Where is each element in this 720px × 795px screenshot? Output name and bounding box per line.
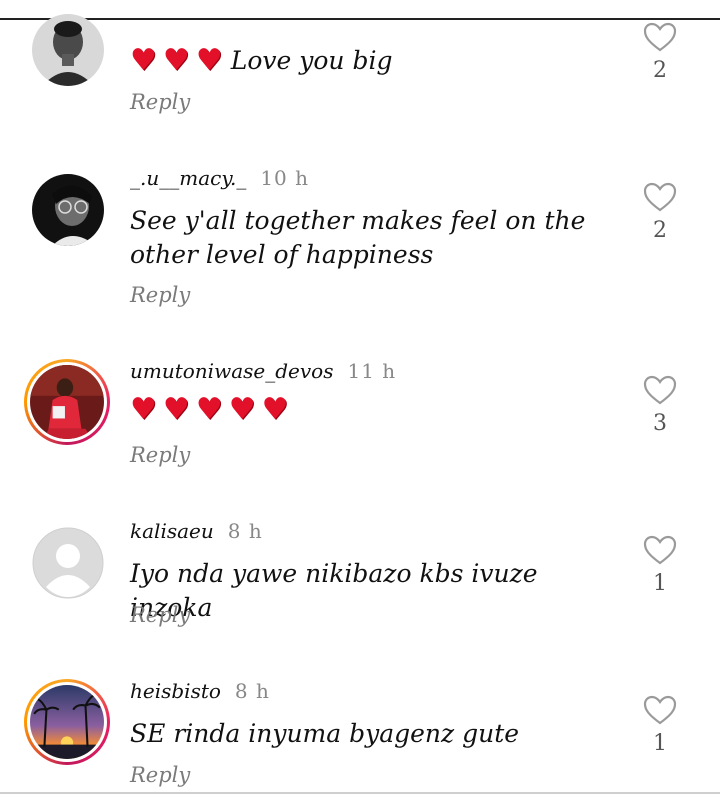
top-divider <box>0 18 720 20</box>
avatar-story-ring[interactable] <box>24 679 110 765</box>
reply-button[interactable]: Reply <box>130 763 190 787</box>
avatar-image <box>30 685 104 759</box>
avatar[interactable] <box>32 527 104 599</box>
reply-button[interactable]: Reply <box>130 443 190 467</box>
avatar-image <box>32 174 104 246</box>
avatar-story-ring[interactable] <box>24 359 110 445</box>
avatar[interactable] <box>32 174 104 246</box>
reply-button[interactable]: Reply <box>130 603 190 627</box>
like-control[interactable]: 1 <box>640 535 680 596</box>
heart-emoji: ♥ <box>195 43 223 78</box>
heart-outline-icon[interactable] <box>643 375 677 405</box>
heart-outline-icon[interactable] <box>643 535 677 565</box>
avatar-ring-inner <box>27 362 107 442</box>
like-count: 1 <box>653 571 667 596</box>
heart-emoji: ♥ <box>228 392 256 427</box>
like-control[interactable]: 3 <box>640 375 680 436</box>
avatar-image <box>32 14 104 86</box>
timestamp: 8 h <box>234 679 270 703</box>
like-count: 2 <box>653 58 667 83</box>
heart-emoji: ♥ <box>130 43 157 78</box>
like-count: 2 <box>653 218 667 243</box>
timestamp: 8 h <box>227 519 263 543</box>
like-control[interactable]: 1 <box>640 695 680 756</box>
like-count: 1 <box>653 731 667 756</box>
comment-text: Iyo nda yawe nikibazo kbs ivuze inzoka <box>130 559 538 622</box>
comment-header: umutoniwase_devos 11 h <box>130 359 396 383</box>
avatar-ring-inner <box>27 682 107 762</box>
bottom-divider <box>0 792 720 794</box>
like-count: 3 <box>653 411 667 436</box>
comment-text: ♥ ♥ ♥ Love you big <box>130 44 620 78</box>
heart-emoji: ♥ <box>261 392 289 427</box>
heart-emoji: ♥ <box>162 392 190 427</box>
username[interactable]: heisbisto <box>130 679 221 703</box>
comment-text: ♥ ♥ ♥ ♥ ♥ <box>130 395 620 425</box>
username[interactable]: umutoniwase_devos <box>130 359 333 383</box>
heart-outline-icon[interactable] <box>643 182 677 212</box>
comment-header: _.u__macy._ 10 h <box>130 166 309 190</box>
avatar[interactable] <box>32 14 104 86</box>
like-control[interactable]: 2 <box>640 182 680 243</box>
heart-outline-icon[interactable] <box>643 22 677 52</box>
reply-button[interactable]: Reply <box>130 90 190 114</box>
heart-emoji: ♥ <box>130 392 157 427</box>
comment-header: kalisaeu 8 h <box>130 519 263 543</box>
reply-button[interactable]: Reply <box>130 283 190 307</box>
avatar-image <box>30 365 104 439</box>
username[interactable]: kalisaeu <box>130 519 214 543</box>
timestamp: 10 h <box>260 166 310 190</box>
comment-text-content: Love you big <box>230 46 393 75</box>
comment-text: SE rinda inyuma byagenz gute <box>130 719 520 748</box>
comment-text: See y'all together makes feel on the oth… <box>130 206 586 269</box>
heart-outline-icon[interactable] <box>643 695 677 725</box>
comment-header: heisbisto 8 h <box>130 679 270 703</box>
timestamp: 11 h <box>347 359 397 383</box>
heart-emoji: ♥ <box>162 43 190 78</box>
like-control[interactable]: 2 <box>640 22 680 83</box>
heart-emoji: ♥ <box>195 392 223 427</box>
username[interactable]: _.u__macy._ <box>130 166 246 190</box>
default-user-icon <box>32 527 104 599</box>
